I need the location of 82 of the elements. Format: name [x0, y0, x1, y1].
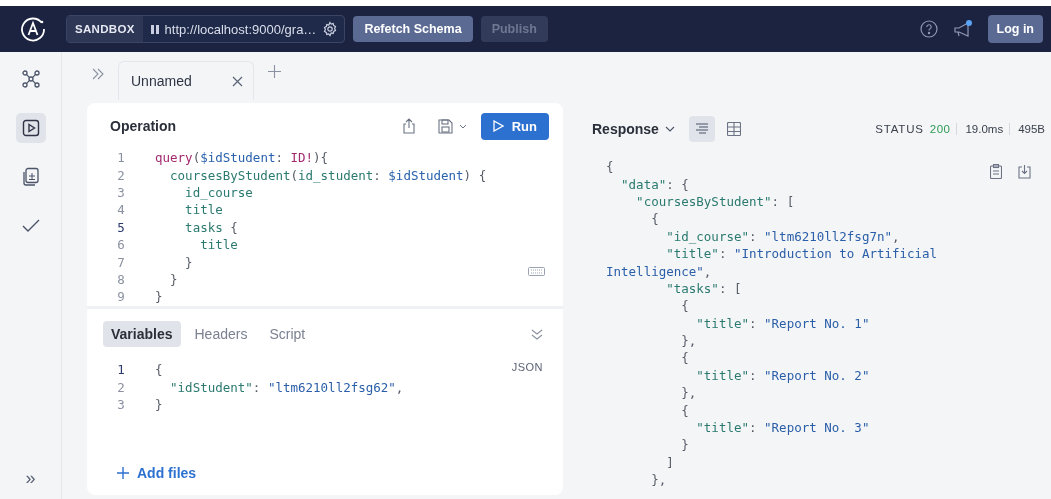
- code-line: title: [184, 202, 223, 218]
- line-number: 2: [116, 379, 126, 395]
- json-line: "title": "Report No. 1": [695, 314, 870, 332]
- sandbox-label: SANDBOX: [67, 16, 143, 42]
- json-line: "title": "Introduction to Artificial: [665, 245, 938, 263]
- line-number: 1: [116, 362, 126, 378]
- line-number: 9: [116, 289, 126, 305]
- code-line: id_course: [184, 184, 253, 200]
- code-line: tasks {: [184, 219, 238, 235]
- line-number: 1: [116, 150, 126, 166]
- megaphone-icon[interactable]: [951, 19, 974, 39]
- close-icon[interactable]: [231, 75, 243, 87]
- share-icon[interactable]: [401, 118, 416, 134]
- add-files-button[interactable]: Add files: [117, 465, 549, 482]
- line-number: 6: [116, 237, 126, 253]
- json-line: },: [650, 471, 667, 489]
- json-line: ]: [665, 453, 674, 472]
- json-line: },: [680, 384, 697, 402]
- play-square-icon[interactable]: [15, 113, 46, 143]
- text-view-icon[interactable]: [688, 116, 715, 142]
- save-icon[interactable]: [437, 118, 453, 134]
- json-line: {: [680, 401, 689, 419]
- code-line: "idStudent": "ltm6210ll2fsg62",: [169, 379, 404, 395]
- plus-icon: [117, 467, 129, 480]
- status-label: STATUS: [875, 123, 924, 135]
- json-line: "data": {: [620, 175, 689, 193]
- code-line: title: [199, 237, 238, 253]
- json-line: "id_course": "ltm6210ll2fsg7n",: [665, 227, 900, 245]
- double-chevron-right-icon[interactable]: [92, 68, 104, 80]
- pause-icon[interactable]: [150, 24, 159, 34]
- operation-title: Operation: [110, 118, 178, 134]
- json-line: {: [606, 158, 614, 176]
- caret-down-icon[interactable]: [458, 123, 467, 129]
- code-line: }: [155, 396, 163, 412]
- line-number: 3: [116, 396, 126, 412]
- json-line: }: [680, 436, 689, 454]
- expand-sidebar-button[interactable]: »: [25, 468, 36, 489]
- line-number: 3: [116, 184, 126, 200]
- editor-tab[interactable]: Script: [261, 321, 314, 347]
- settings-icon[interactable]: [322, 21, 339, 37]
- json-line: "title": "Report No. 3": [695, 419, 870, 437]
- status-code: 200: [929, 123, 951, 135]
- json-line: "coursesByStudent": [: [635, 192, 795, 211]
- endpoint-url[interactable]: http://localhost:9000/gra…: [158, 21, 323, 37]
- json-line: "tasks": [: [665, 279, 742, 298]
- editor-tab[interactable]: Headers: [186, 321, 256, 347]
- code-line: {: [155, 362, 163, 378]
- save-menu[interactable]: [437, 118, 467, 134]
- clipboard-icon[interactable]: [990, 164, 1002, 179]
- line-number: 5: [116, 219, 126, 235]
- response-size: 495B: [1009, 123, 1045, 135]
- code-line: }: [184, 254, 193, 270]
- json-line: {: [680, 297, 689, 315]
- response-time: 19.0ms: [956, 123, 1004, 135]
- code-line: }: [155, 289, 163, 305]
- code-line: query($idStudent: ID!){: [155, 150, 329, 166]
- plus-icon[interactable]: [267, 65, 281, 78]
- keyboard-icon[interactable]: [528, 267, 545, 276]
- code-line: coursesByStudent(id_student: $idStudent) {: [169, 167, 487, 183]
- logo-icon[interactable]: [20, 16, 46, 42]
- json-line: Intelligence",: [606, 262, 712, 280]
- refetch-button[interactable]: Refetch Schema: [353, 16, 473, 42]
- editor-tab[interactable]: Variables: [103, 321, 181, 347]
- json-line: },: [680, 332, 697, 350]
- login-button[interactable]: Log in: [987, 15, 1043, 43]
- json-line: "title": "Report No. 2": [695, 366, 870, 385]
- operation-tab[interactable]: Unnamed: [118, 61, 254, 100]
- double-chevron-down-icon[interactable]: [531, 328, 543, 340]
- run-button[interactable]: Run: [480, 112, 549, 140]
- line-number: 8: [116, 271, 126, 287]
- download-icon[interactable]: [1018, 164, 1031, 179]
- language-label: JSON: [511, 361, 543, 373]
- json-line: {: [680, 349, 689, 367]
- play-icon: [492, 120, 504, 132]
- line-number: 7: [116, 254, 126, 270]
- help-icon[interactable]: [919, 20, 938, 38]
- line-number: 4: [116, 202, 126, 218]
- json-line: {: [650, 210, 659, 228]
- code-line: }: [169, 271, 178, 287]
- response-title[interactable]: Response: [592, 121, 659, 137]
- line-number: 2: [116, 167, 126, 183]
- caret-down-icon[interactable]: [664, 126, 675, 132]
